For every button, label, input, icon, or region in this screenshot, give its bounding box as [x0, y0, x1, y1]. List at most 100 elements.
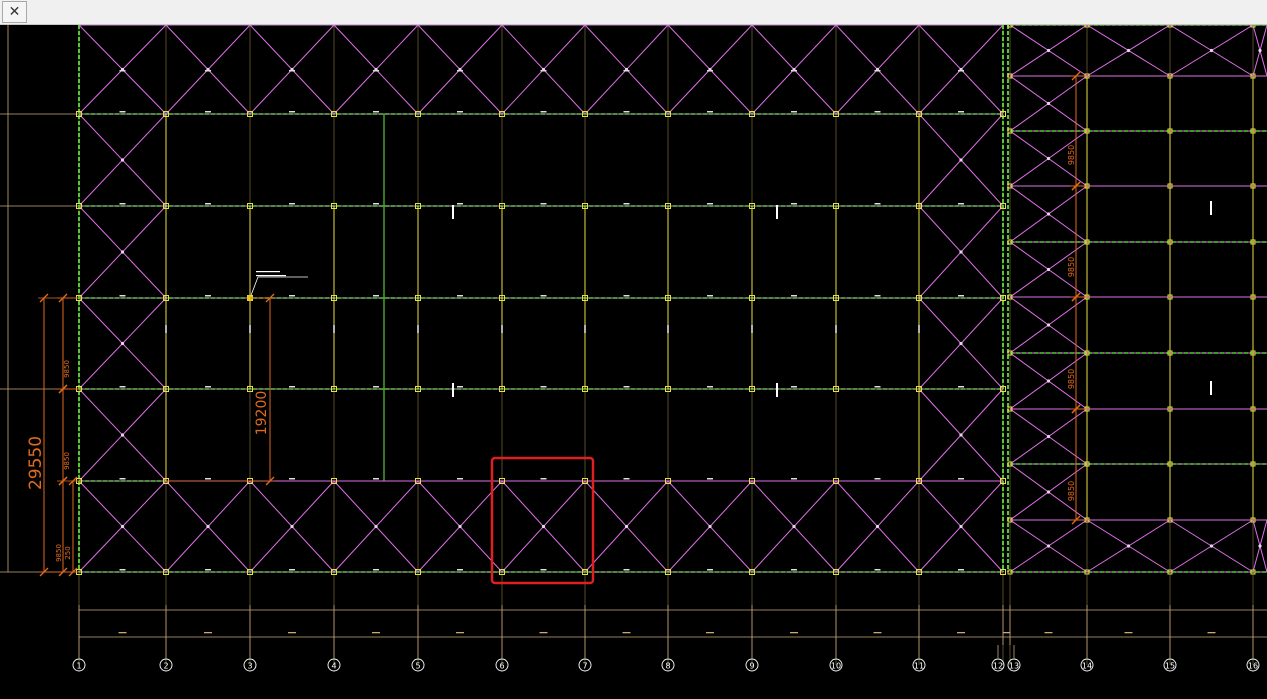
annotation-mark: [874, 478, 881, 480]
annotation-mark: [457, 478, 463, 480]
annotation-mark: [333, 325, 335, 333]
brace-center-node: [875, 524, 880, 529]
annotation-mark: [205, 295, 211, 297]
cad-drawing-canvas[interactable]: 29550 9850 9850 9850 250 19200 9850 9850…: [0, 25, 1267, 699]
annotation-mark: [540, 386, 547, 388]
axis-label: 13: [1009, 662, 1019, 671]
annotation-mark: [289, 203, 295, 205]
right-dim-3: 9850: [1067, 369, 1076, 389]
annotation-mark: [958, 386, 964, 388]
brace-center-node: [1126, 48, 1131, 53]
annotation-mark: [165, 325, 167, 333]
annotation-mark: [958, 203, 964, 205]
annotation-mark: [958, 569, 964, 571]
brace-center-node: [959, 341, 963, 346]
annotation-mark: [874, 569, 881, 571]
axis-label: 10: [831, 662, 841, 671]
annotation-mark: [540, 478, 547, 480]
annotation-mark: [707, 386, 713, 388]
brace-center-node: [541, 524, 546, 529]
annotation-mark: [373, 70, 379, 72]
axis-label: 1: [76, 662, 81, 671]
annotation-mark: [457, 111, 463, 113]
brace-center-node: [708, 524, 712, 529]
brace-center-node: [1209, 48, 1214, 53]
annotation-mark: [457, 386, 463, 388]
axis-label: 16: [1248, 662, 1258, 671]
brace-center-node: [1258, 544, 1262, 548]
brace-center-node: [1126, 544, 1131, 548]
brace-center-node: [120, 524, 125, 529]
annotation-mark: [790, 632, 798, 634]
annotation-mark: [706, 632, 714, 634]
annotation-mark: [1002, 632, 1011, 634]
annotation-mark: [791, 295, 797, 297]
brace-center-node: [1046, 379, 1051, 383]
annotation-mark: [791, 569, 797, 571]
right-dim-4: 9850: [1067, 481, 1076, 501]
annotation-mark: [119, 478, 126, 480]
annotation-mark: [584, 325, 586, 333]
annotation-mark: [456, 632, 464, 634]
annotation-mark: [119, 386, 126, 388]
annotation-mark: [373, 478, 379, 480]
brace-center-node: [1046, 101, 1051, 106]
annotation-mark: [119, 203, 126, 205]
annotation-mark: [373, 203, 379, 205]
window-titlebar: ✕: [0, 0, 1267, 25]
annotation-mark: [874, 70, 881, 72]
annotation-mark: [288, 632, 296, 634]
annotation-mark: [918, 325, 920, 333]
annotation-mark: [373, 295, 379, 297]
brace-center-node: [1046, 156, 1051, 161]
annotation-mark: [289, 295, 295, 297]
annotation-mark: [372, 632, 380, 634]
brace-center-node: [374, 524, 378, 529]
annotation-mark: [707, 203, 713, 205]
annotation-mark: [958, 70, 964, 72]
axis-label: 11: [914, 662, 924, 671]
annotation-mark: [791, 111, 797, 113]
annotation-mark: [623, 203, 630, 205]
axis-label: 14: [1082, 662, 1092, 671]
annotation-mark: [707, 70, 713, 72]
axis-label: 12: [993, 662, 1003, 671]
annotation-mark: [791, 70, 797, 72]
annotation-mark: [1124, 632, 1133, 634]
close-icon: ✕: [8, 4, 21, 20]
brace-center-node: [1258, 48, 1262, 53]
annotation-mark: [452, 383, 454, 397]
annotation-mark: [1044, 632, 1053, 634]
brace-center-node: [1046, 267, 1051, 272]
annotation-mark: [119, 70, 126, 72]
close-button[interactable]: ✕: [2, 1, 27, 23]
axis-label: 15: [1165, 662, 1175, 671]
annotation-mark: [289, 70, 295, 72]
brace-center-node: [624, 524, 629, 529]
annotation-mark: [457, 70, 463, 72]
brace-center-node: [1046, 323, 1051, 327]
annotation-mark: [256, 275, 286, 277]
annotation-mark: [707, 295, 713, 297]
axis-label: 5: [415, 662, 420, 671]
axis-label: 8: [665, 662, 670, 671]
overall-span-dimension: 29550: [26, 436, 46, 490]
annotation-mark: [707, 569, 713, 571]
annotation-mark: [874, 295, 881, 297]
brace-center-node: [959, 524, 963, 529]
axis-label: 7: [582, 662, 587, 671]
bay-a-dimension: 9850: [63, 360, 71, 378]
brace-center-node: [959, 250, 963, 254]
annotation-mark: [457, 569, 463, 571]
brace-center-node: [458, 524, 462, 529]
annotation-mark: [119, 295, 126, 297]
annotation-mark: [501, 325, 503, 333]
annotation-mark: [791, 203, 797, 205]
annotation-mark: [958, 478, 964, 480]
annotation-mark: [373, 569, 379, 571]
axis-label: 2: [163, 662, 168, 671]
annotation-mark: [791, 478, 797, 480]
annotation-mark: [373, 386, 379, 388]
annotation-mark: [457, 203, 463, 205]
annotation-mark: [835, 325, 837, 333]
